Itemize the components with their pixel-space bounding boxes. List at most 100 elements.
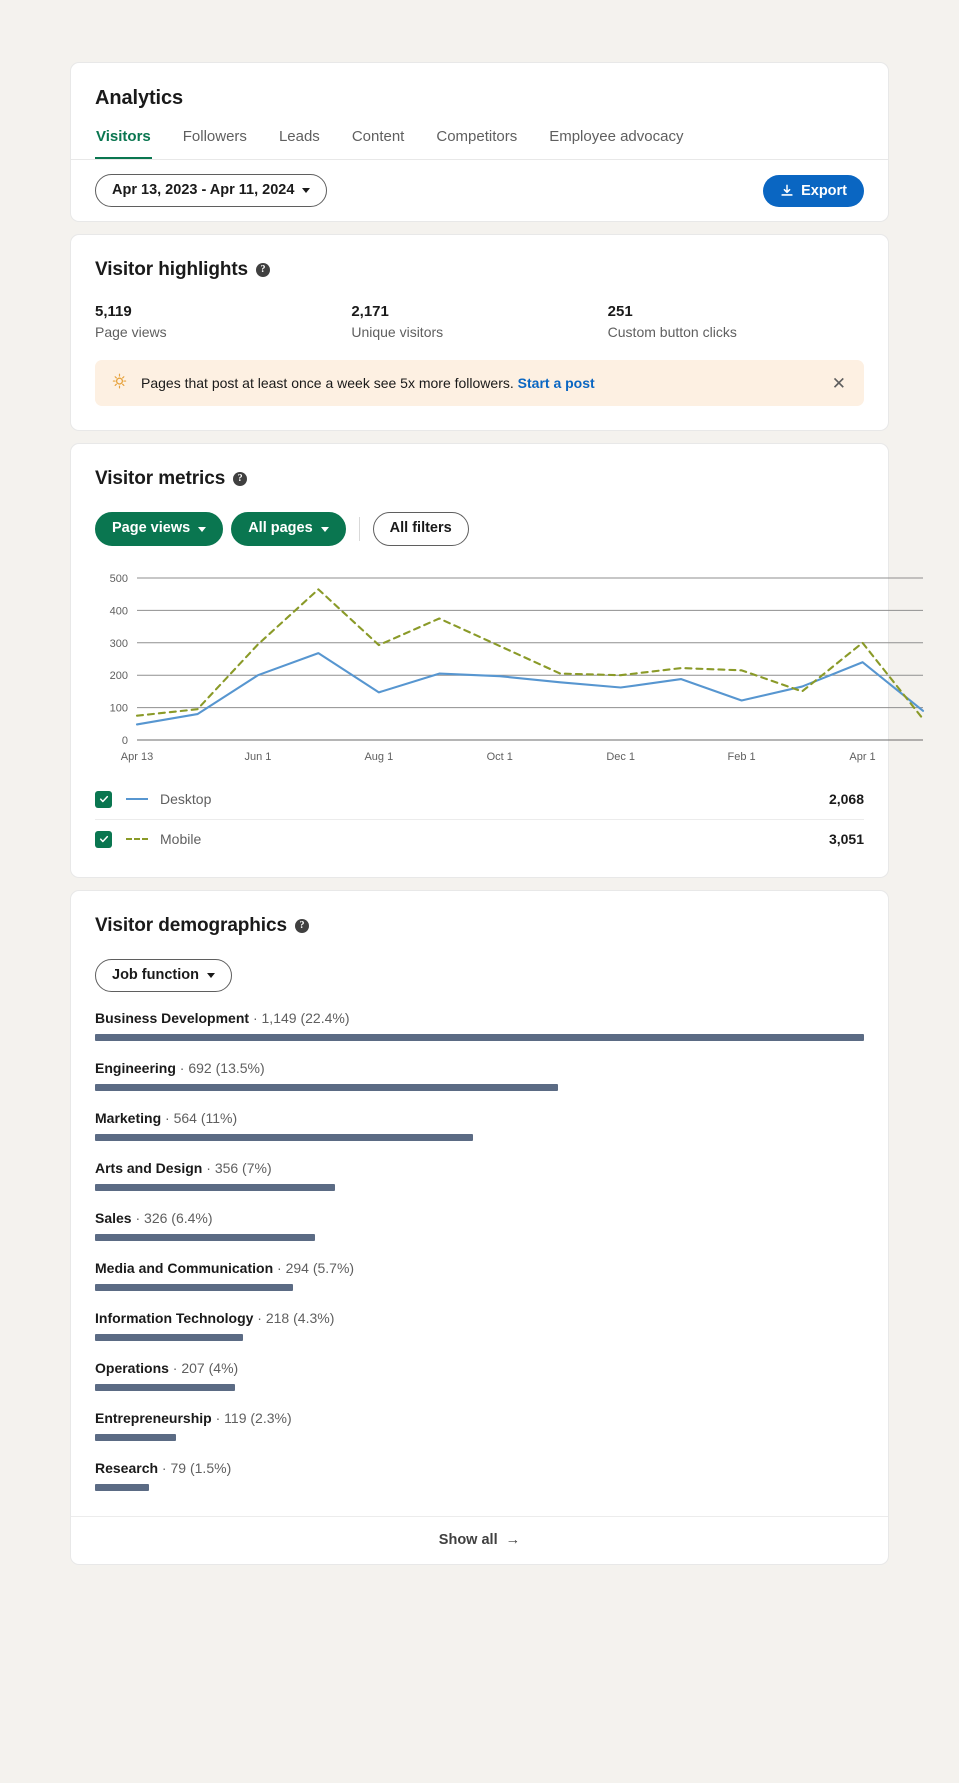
question-mark-icon[interactable]: ? [233,472,248,487]
highlight-stat: 2,171 Unique visitors [351,303,607,340]
y-axis-tick-label: 100 [110,702,128,714]
chevron-down-icon [320,526,329,532]
chart-series-mobile [135,588,925,720]
filter-page-views[interactable]: Page views [95,512,224,546]
demographic-percent: 1.5% [194,1460,227,1477]
demographic-bar-fill [95,1084,558,1092]
demographic-name: Business Development [95,1010,250,1027]
highlight-stats: 5,119 Page views 2,171 Unique visitors 251 Cu… [71,281,888,340]
highlight-label: Page views [95,324,167,341]
demographic-name: Sales [95,1210,132,1227]
visitor-metrics-header: Visitor metrics ? [71,444,888,490]
question-mark-icon[interactable]: ? [294,918,309,933]
demographic-bar-fill [95,1434,176,1442]
tab-employee-advocacy[interactable]: Employee advocacy [548,128,684,159]
filter-divider [358,517,360,542]
demographic-percent: 5.7% [317,1260,350,1277]
x-axis-tick-label: Jun 1 [244,751,271,763]
demographic-count: 218 [265,1310,290,1327]
demographic-label: Entrepreneurship · 119 (2.3%) [95,1410,292,1427]
demographic-item: Entrepreneurship · 119 (2.3%) [95,1410,864,1442]
checkbox-desktop[interactable] [95,790,112,808]
chevron-down-icon [207,972,215,978]
demographic-item: Engineering · 692 (13.5%) [95,1060,864,1092]
question-mark-icon[interactable]: ? [256,263,271,278]
demographic-bar-fill [95,1234,315,1242]
demographic-label: Engineering · 692 (13.5%) [95,1060,265,1077]
demographic-name: Research [95,1460,159,1477]
checkbox-mobile[interactable] [95,830,112,848]
demographic-label: Business Development · 1,149 (22.4%) [95,1010,350,1027]
legend-label: Desktop [160,791,212,808]
demographic-bar-track [95,1384,864,1392]
tab-followers[interactable]: Followers [182,128,248,159]
y-axis-tick-label: 300 [110,638,128,650]
start-a-post-link[interactable]: Start a post [518,375,595,391]
demographic-count: 207 [181,1360,205,1377]
close-icon[interactable]: ✕ [830,375,848,392]
analytics-page: Analytics Visitors Followers Leads Content C… [0,0,959,1631]
highlight-stat: 251 Custom button clicks [608,303,864,340]
demographic-count: 356 [214,1160,239,1177]
demographic-bar-fill [95,1384,235,1392]
demographic-item: Media and Communication · 294 (5.7%) [95,1260,864,1292]
demographic-item: Marketing · 564 (11%) [95,1110,864,1142]
x-axis-tick-label: Apr 1 [849,751,875,763]
filter-label: Page views [112,520,191,537]
demographic-label: Sales · 326 (6.4%) [95,1210,213,1227]
filter-all-pages[interactable]: All pages [231,512,346,546]
demographic-bar-fill [95,1484,149,1492]
export-button[interactable]: Export [763,174,864,207]
date-range-picker[interactable]: Apr 13, 2023 - Apr 11, 2024 [95,174,328,208]
demographic-percent: 13.5% [220,1060,260,1077]
section-title: Visitor highlights [95,259,249,281]
highlight-value: 2,171 [351,303,389,321]
demographic-count: 326 [144,1210,168,1227]
demographic-count: 79 [170,1460,187,1477]
demographic-name: Engineering [95,1060,176,1077]
job-function-filter[interactable]: Job function [95,958,232,993]
highlight-value: 251 [607,303,633,321]
demographic-name: Arts and Design [95,1160,203,1177]
demographic-count: 1,149 [261,1010,297,1027]
legend-label: Mobile [160,831,202,848]
legend-row: Desktop 2,068 [95,780,864,820]
tab-content[interactable]: Content [351,128,406,159]
analytics-tabbar: Visitors Followers Leads Content Competitors… [71,110,888,160]
demographic-bar-track [95,1334,864,1342]
show-all-button[interactable]: Show all → [71,1516,888,1564]
date-range-label: Apr 13, 2023 - Apr 11, 2024 [112,182,295,198]
tab-visitors[interactable]: Visitors [95,128,152,159]
line-chart-svg: 0 100 200 300 400 500 Apr 13 Jun 1 Aug 1 Oct 1 Dec… [110,573,925,763]
chevron-down-icon [198,526,207,532]
demographic-label: Operations · 207 (4%) [95,1360,239,1377]
tab-competitors[interactable]: Competitors [435,128,518,159]
highlight-label: Unique visitors [351,324,444,341]
demographic-bar-track [95,1234,864,1242]
demographic-bar-track [95,1284,864,1292]
x-axis-tick-label: Feb 1 [728,751,756,763]
tab-leads[interactable]: Leads [278,128,321,159]
demographic-count: 119 [224,1410,247,1427]
demographic-item: Sales · 326 (6.4%) [95,1210,864,1242]
y-axis-tick-label: 0 [122,735,128,747]
y-axis-tick-label: 200 [110,670,128,682]
demographic-bar-track [95,1084,864,1092]
demographic-bar-track [95,1434,864,1442]
x-axis-tick-label: Aug 1 [364,751,393,763]
analytics-toolbar: Apr 13, 2023 - Apr 11, 2024 Export [70,160,889,223]
demographic-name: Marketing [95,1110,162,1127]
download-icon [780,184,794,198]
filter-all-filters[interactable]: All filters [372,512,469,546]
demographic-count: 692 [188,1060,212,1077]
demographic-item: Arts and Design · 356 (7%) [95,1160,864,1192]
metric-filters: Page views All pages All filters [71,490,888,546]
demographic-label: Information Technology · 218 (4.3%) [95,1310,335,1327]
legend-row: Mobile 3,051 [95,820,864,859]
x-axis-tick-label: Oct 1 [487,751,513,763]
export-label: Export [801,182,847,199]
demographic-item: Operations · 207 (4%) [95,1360,864,1392]
demographic-bar-fill [95,1284,294,1292]
demographic-count: 294 [285,1260,309,1277]
demographic-percent: 6.4% [175,1210,208,1227]
